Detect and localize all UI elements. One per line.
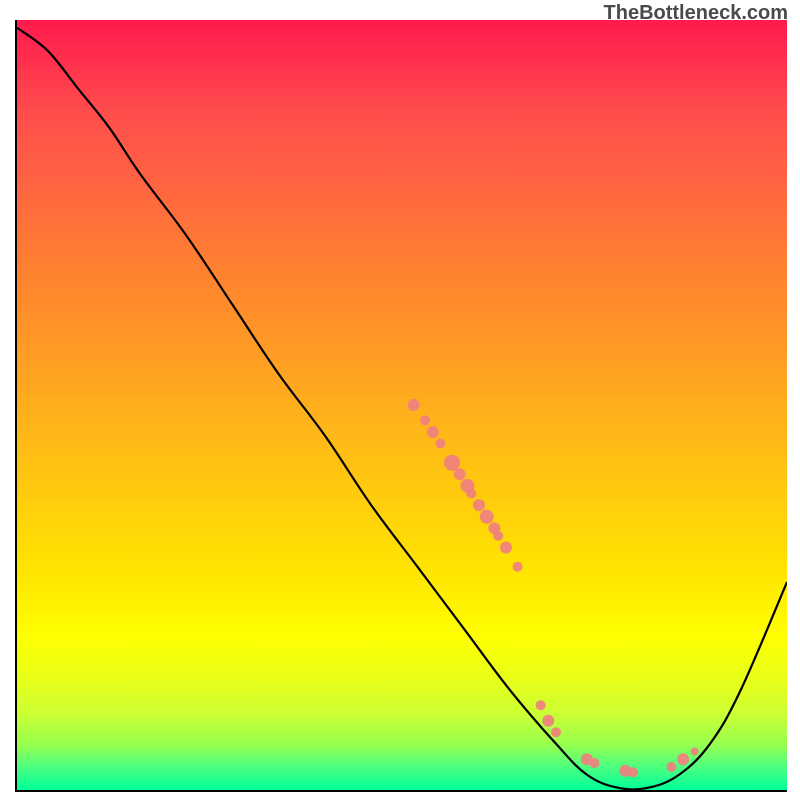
scatter-point [536,700,546,710]
scatter-point [436,439,446,449]
scatter-point [466,489,476,499]
scatter-point [427,426,439,438]
scatter-point [480,510,494,524]
scatter-point [408,399,420,411]
scatter-point [473,499,485,511]
scatter-point [454,468,466,480]
chart-container: TheBottleneck.com [0,0,800,800]
watermark-text: TheBottleneck.com [604,2,788,25]
scatter-point [590,758,600,768]
scatter-point [513,562,523,572]
plot-area [15,20,787,792]
bottleneck-curve [17,28,787,790]
scatter-point [667,762,677,772]
scatter-point [444,455,460,471]
scatter-points [408,399,699,777]
scatter-point [542,715,554,727]
scatter-point [551,727,561,737]
scatter-point [420,415,430,425]
scatter-point [500,541,512,553]
scatter-point [493,531,503,541]
scatter-point [691,748,699,756]
scatter-point [628,767,638,777]
scatter-point [677,753,689,765]
curve-svg [17,20,787,790]
